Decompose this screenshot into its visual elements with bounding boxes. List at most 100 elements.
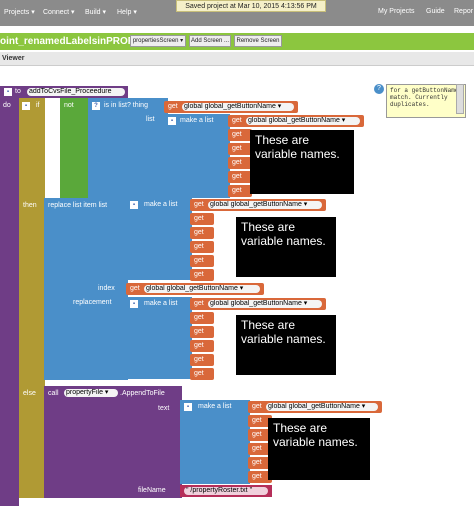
procedure-name-field[interactable]: addToCvsFile_Proceedure — [27, 88, 125, 96]
menu-my-projects[interactable]: My Projects — [378, 8, 415, 15]
get-block[interactable]: get — [190, 354, 214, 366]
if-block-spine[interactable] — [19, 98, 45, 498]
get-block[interactable]: get — [190, 312, 214, 324]
get-label: get — [232, 131, 242, 138]
get-block[interactable]: get — [190, 340, 214, 352]
save-status-toast: Saved project at Mar 10, 2015 4:13:56 PM — [176, 0, 326, 12]
get-block[interactable]: get global global_getButtonName ▾ — [248, 401, 382, 413]
list-label: list — [146, 116, 155, 123]
comment-bubble[interactable]: for a getButtonName match. Currently dup… — [386, 84, 466, 118]
property-file-dropdown[interactable]: propertyFile ▾ — [64, 389, 118, 397]
is-in-list-help-icon[interactable]: ? — [92, 102, 100, 110]
get-block[interactable]: get — [228, 171, 252, 183]
call-append-block[interactable] — [44, 386, 182, 498]
variable-dropdown[interactable]: global global_getButtonName ▾ — [208, 201, 322, 209]
make-a-list-block[interactable] — [126, 198, 192, 280]
variable-dropdown[interactable]: global global_getButtonName ▾ — [246, 117, 360, 125]
annotation-note: These are variable names. — [268, 418, 370, 480]
menu-guide[interactable]: Guide — [426, 8, 445, 15]
get-label: get — [194, 370, 204, 377]
get-label: get — [252, 473, 262, 480]
make-list-gear-icon[interactable]: ▪ — [130, 300, 138, 308]
get-label: get — [194, 342, 204, 349]
get-label: get — [130, 285, 140, 292]
get-block[interactable]: get — [228, 157, 252, 169]
replace-list-item-block[interactable] — [44, 198, 128, 380]
get-label: get — [252, 403, 262, 410]
make-list-gear-icon[interactable]: ▪ — [130, 201, 138, 209]
if-gear-icon[interactable]: ▪ — [22, 102, 30, 110]
remove-screen-button[interactable]: Remove Screen — [234, 35, 282, 47]
make-a-list-label: make a list — [144, 300, 178, 307]
annotation-note: These are variable names. — [236, 315, 336, 375]
get-label: get — [194, 201, 204, 208]
get-block[interactable]: get — [228, 129, 252, 141]
menu-report[interactable]: Repor — [454, 8, 473, 15]
get-block[interactable]: get global global_getButtonName ▾ — [126, 283, 264, 295]
menu-help[interactable]: Help ▾ — [117, 8, 137, 16]
filename-text-block[interactable]: " /propertyRoster.txt " — [180, 485, 272, 497]
get-label: get — [194, 271, 204, 278]
append-label: .AppendToFile — [120, 390, 165, 397]
make-a-list-label: make a list — [144, 201, 178, 208]
filename-text-value[interactable]: " /propertyRoster.txt " — [184, 487, 268, 495]
get-label: get — [168, 103, 178, 110]
get-block[interactable]: get — [190, 213, 214, 225]
get-label: get — [252, 445, 262, 452]
get-block[interactable]: get — [190, 269, 214, 281]
get-block[interactable]: get global global_getButtonName ▾ — [228, 115, 364, 127]
get-block[interactable]: get — [190, 326, 214, 338]
get-label: get — [194, 300, 204, 307]
replacement-label: replacement — [73, 299, 112, 306]
annotation-note: These are variable names. — [250, 130, 354, 194]
text-label: text — [158, 405, 170, 412]
menu-projects[interactable]: Projects ▾ — [4, 8, 35, 16]
get-label: get — [194, 215, 204, 222]
make-list-gear-icon[interactable]: ▪ — [184, 403, 192, 411]
annotation-note: These are variable names. — [236, 217, 336, 277]
index-label: index — [98, 285, 115, 292]
variable-dropdown[interactable]: global global_getButtonName ▾ — [144, 285, 260, 293]
variable-dropdown[interactable]: global global_getButtonName ▾ — [182, 103, 294, 111]
make-a-list-block[interactable] — [180, 400, 250, 484]
get-block[interactable]: get — [190, 255, 214, 267]
get-block[interactable]: get — [228, 185, 252, 197]
if-label: if — [36, 102, 40, 109]
else-label: else — [23, 390, 36, 397]
get-block[interactable]: get — [190, 368, 214, 380]
screen-select-button[interactable]: propertiesScreen ▾ — [130, 35, 186, 47]
make-a-list-label: make a list — [180, 117, 214, 124]
procedure-block-spine[interactable] — [0, 86, 19, 506]
get-label: get — [194, 243, 204, 250]
variable-dropdown[interactable]: global global_getButtonName ▾ — [208, 300, 322, 308]
make-a-list-block[interactable] — [164, 114, 230, 198]
menu-build[interactable]: Build ▾ — [85, 8, 106, 16]
is-in-list-block[interactable] — [88, 98, 168, 198]
get-label: get — [232, 187, 242, 194]
not-block[interactable] — [60, 98, 90, 198]
get-block[interactable]: get — [228, 143, 252, 155]
to-label: to — [15, 88, 21, 95]
make-a-list-block[interactable] — [126, 297, 192, 379]
not-label: not — [64, 102, 74, 109]
get-block[interactable]: get — [190, 241, 214, 253]
viewer-label: Viewer — [2, 55, 25, 62]
replace-label: replace list item list — [48, 202, 108, 209]
viewer-bar — [0, 52, 474, 66]
variable-dropdown[interactable]: global global_getButtonName ▾ — [266, 403, 378, 411]
get-label: get — [252, 459, 262, 466]
get-block[interactable]: get global global_getButtonName ▾ — [164, 101, 298, 113]
comment-icon[interactable]: ? — [374, 84, 384, 94]
get-label: get — [232, 145, 242, 152]
comment-scrollbar[interactable] — [456, 84, 464, 114]
get-label: get — [194, 356, 204, 363]
add-screen-button[interactable]: Add Screen ... — [189, 35, 231, 47]
get-block[interactable]: get global global_getButtonName ▾ — [190, 298, 326, 310]
project-name: oint_renamedLabelsinPROPS — [0, 36, 142, 47]
make-list-gear-icon[interactable]: ▪ — [168, 117, 176, 125]
get-block[interactable]: get — [190, 227, 214, 239]
get-label: get — [194, 314, 204, 321]
procedure-gear-icon[interactable]: ▪ — [4, 88, 12, 96]
get-block[interactable]: get global global_getButtonName ▾ — [190, 199, 326, 211]
menu-connect[interactable]: Connect ▾ — [43, 8, 75, 16]
